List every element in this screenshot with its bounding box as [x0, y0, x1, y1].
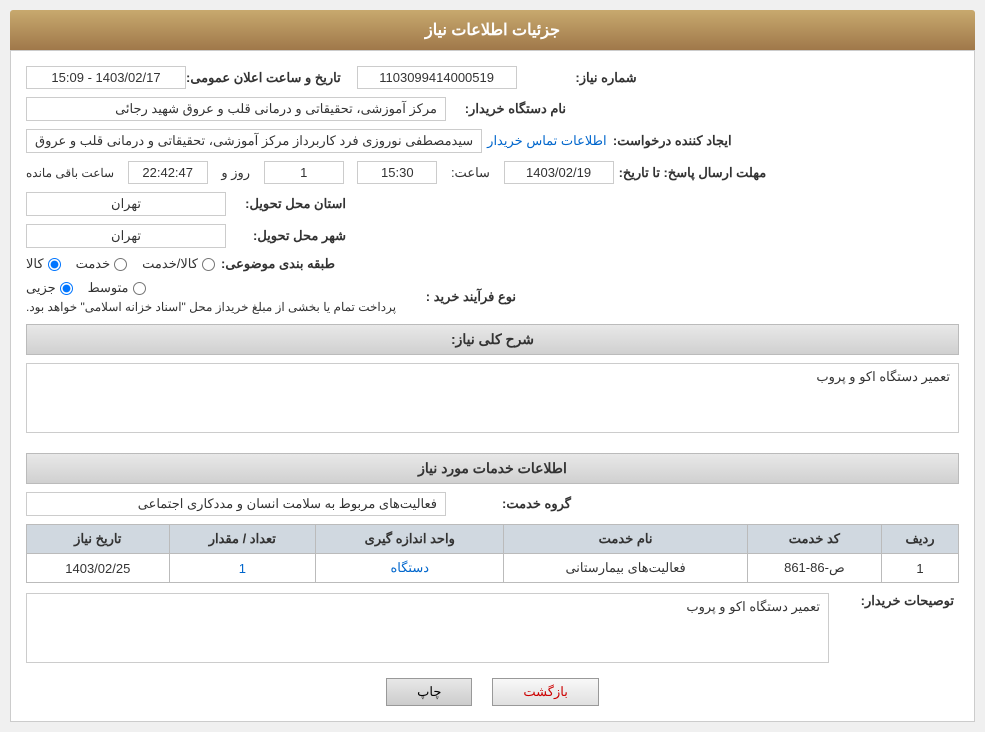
- province-row: استان محل تحویل: تهران: [26, 192, 959, 216]
- deadline-row: مهلت ارسال پاسخ: تا تاریخ: 1403/02/19 سا…: [26, 161, 959, 184]
- requester-org-value: مرکز آموزشی، تحقیقاتی و درمانی قلب و عرو…: [26, 97, 446, 121]
- purchase-label-mutawasit: متوسط: [88, 280, 129, 296]
- buyer-notes-box: تعمیر دستگاه اکو و پروب: [26, 593, 829, 663]
- service-table: ردیف کد خدمت نام خدمت واحد اندازه گیری ت…: [26, 524, 959, 583]
- category-radio-khedmat[interactable]: [114, 258, 127, 271]
- city-row: شهر محل تحویل: تهران: [26, 224, 959, 248]
- category-radio-group: کالا/خدمت خدمت کالا: [26, 256, 215, 272]
- announce-datetime-label: تاریخ و ساعت اعلان عمومی:: [186, 70, 341, 86]
- category-option-khedmat[interactable]: خدمت: [76, 256, 128, 272]
- purchase-radio-mutawasit[interactable]: [133, 282, 146, 295]
- purchase-type-row: نوع فرآیند خرید : متوسط جزیی پرداخت تمام…: [26, 280, 959, 314]
- purchase-type-radio-group: متوسط جزیی: [26, 280, 146, 296]
- buyer-notes-label: توصیحات خریدار:: [834, 593, 954, 609]
- table-row: 1 ص-86-861 فعالیت‌های بیمارستانی دستگاه …: [27, 554, 959, 583]
- city-label: شهر محل تحویل:: [226, 228, 346, 244]
- table-header-name: نام خدمت: [504, 525, 747, 554]
- remaining-time-label: ساعت باقی مانده: [26, 166, 114, 180]
- deadline-time-label: ساعت:: [451, 165, 490, 181]
- creator-value: سیدمصطفی نوروزی فرد کاربرداز مرکز آموزشی…: [26, 129, 482, 153]
- purchase-note: پرداخت تمام یا بخشی از مبلغ خریداز محل "…: [26, 300, 396, 314]
- table-header-row-num: ردیف: [882, 525, 959, 554]
- deadline-date: 1403/02/19: [504, 161, 614, 184]
- purchase-label-jozei: جزیی: [26, 280, 56, 296]
- purchase-type-jozei[interactable]: جزیی: [26, 280, 73, 296]
- buyer-notes-value: تعمیر دستگاه اکو و پروب: [686, 599, 820, 614]
- category-radio-kala-khedmat[interactable]: [202, 258, 215, 271]
- cell-quantity: 1: [169, 554, 315, 583]
- table-header-quantity: تعداد / مقدار: [169, 525, 315, 554]
- deadline-days: 1: [264, 161, 344, 184]
- category-radio-kala[interactable]: [48, 258, 61, 271]
- remaining-time: 22:42:47: [128, 161, 208, 184]
- purchase-radio-jozei[interactable]: [60, 282, 73, 295]
- need-number-value: 1103099414000519: [357, 66, 517, 89]
- province-value: تهران: [26, 192, 226, 216]
- cell-service-name: فعالیت‌های بیمارستانی: [504, 554, 747, 583]
- service-group-row: گروه خدمت: فعالیت‌های مربوط به سلامت انس…: [26, 492, 959, 516]
- requester-org-label: نام دستگاه خریدار:: [446, 101, 566, 117]
- need-number-row: شماره نیاز: 1103099414000519 تاریخ و ساع…: [26, 66, 959, 89]
- deadline-days-label: روز و: [221, 165, 250, 181]
- table-header-date: تاریخ نیاز: [27, 525, 170, 554]
- table-header-unit: واحد اندازه گیری: [316, 525, 504, 554]
- description-box: تعمیر دستگاه اکو و پروب: [26, 363, 959, 433]
- category-label-kala: کالا: [26, 256, 44, 272]
- city-value: تهران: [26, 224, 226, 248]
- requester-org-row: نام دستگاه خریدار: مرکز آموزشی، تحقیقاتی…: [26, 97, 959, 121]
- announce-datetime-value: 1403/02/17 - 15:09: [26, 66, 186, 89]
- cell-row-num: 1: [882, 554, 959, 583]
- description-value: تعمیر دستگاه اکو و پروب: [816, 369, 950, 384]
- cell-date: 1403/02/25: [27, 554, 170, 583]
- category-label-kala-khedmat: کالا/خدمت: [142, 256, 198, 272]
- cell-service-code: ص-86-861: [747, 554, 881, 583]
- category-option-kala-khedmat[interactable]: کالا/خدمت: [142, 256, 215, 272]
- creator-row: ایجاد کننده درخواست: اطلاعات تماس خریدار…: [26, 129, 959, 153]
- purchase-type-label: نوع فرآیند خرید :: [396, 289, 516, 305]
- creator-label: ایجاد کننده درخواست:: [612, 133, 732, 149]
- deadline-time: 15:30: [357, 161, 437, 184]
- category-label-khedmat: خدمت: [76, 256, 111, 272]
- need-number-label: شماره نیاز:: [517, 70, 637, 86]
- category-label: طبقه بندی موضوعی:: [215, 256, 335, 272]
- page-header: جزئیات اطلاعات نیاز: [10, 10, 975, 50]
- creator-contact-link[interactable]: اطلاعات تماس خریدار: [487, 133, 606, 149]
- service-group-value: فعالیت‌های مربوط به سلامت انسان و مددکار…: [26, 492, 446, 516]
- buttons-row: بازگشت چاپ: [26, 678, 959, 706]
- category-row: طبقه بندی موضوعی: کالا/خدمت خدمت کالا: [26, 256, 959, 272]
- cell-unit: دستگاه: [316, 554, 504, 583]
- service-group-label: گروه خدمت:: [451, 496, 571, 512]
- back-button[interactable]: بازگشت: [492, 678, 598, 706]
- category-option-kala[interactable]: کالا: [26, 256, 61, 272]
- page-title: جزئیات اطلاعات نیاز: [425, 22, 560, 39]
- services-section-title: اطلاعات خدمات مورد نیاز: [26, 453, 959, 484]
- province-label: استان محل تحویل:: [226, 196, 346, 212]
- description-section-title: شرح کلی نیاز:: [26, 324, 959, 355]
- table-header-code: کد خدمت: [747, 525, 881, 554]
- purchase-type-mutawasit[interactable]: متوسط: [88, 280, 146, 296]
- deadline-label: مهلت ارسال پاسخ: تا تاریخ:: [619, 165, 767, 181]
- print-button[interactable]: چاپ: [386, 678, 472, 706]
